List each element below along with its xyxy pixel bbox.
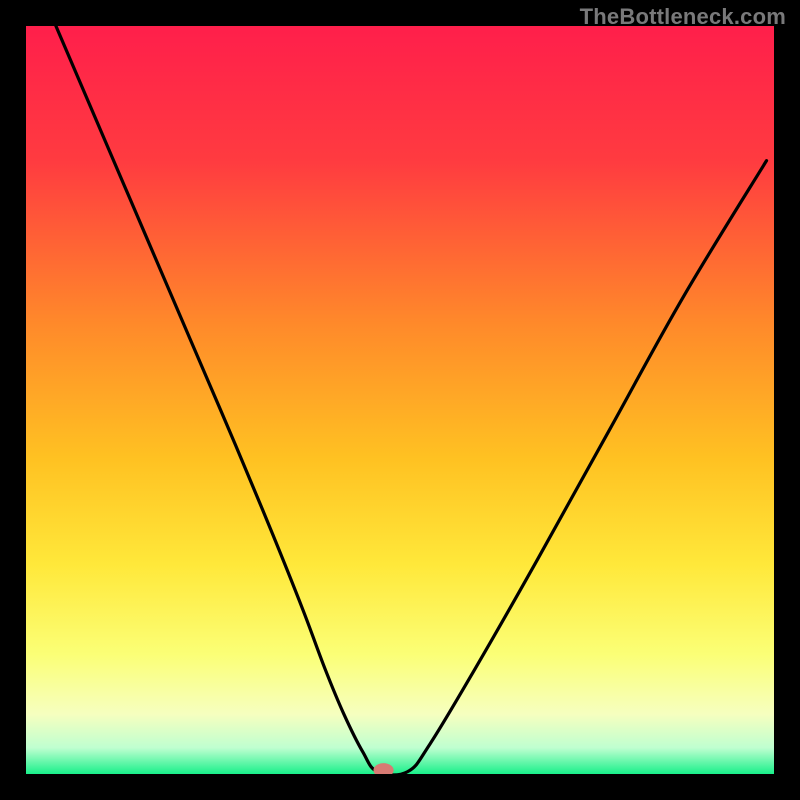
chart-frame: TheBottleneck.com <box>0 0 800 800</box>
bottleneck-chart <box>26 26 774 774</box>
gradient-background <box>26 26 774 774</box>
